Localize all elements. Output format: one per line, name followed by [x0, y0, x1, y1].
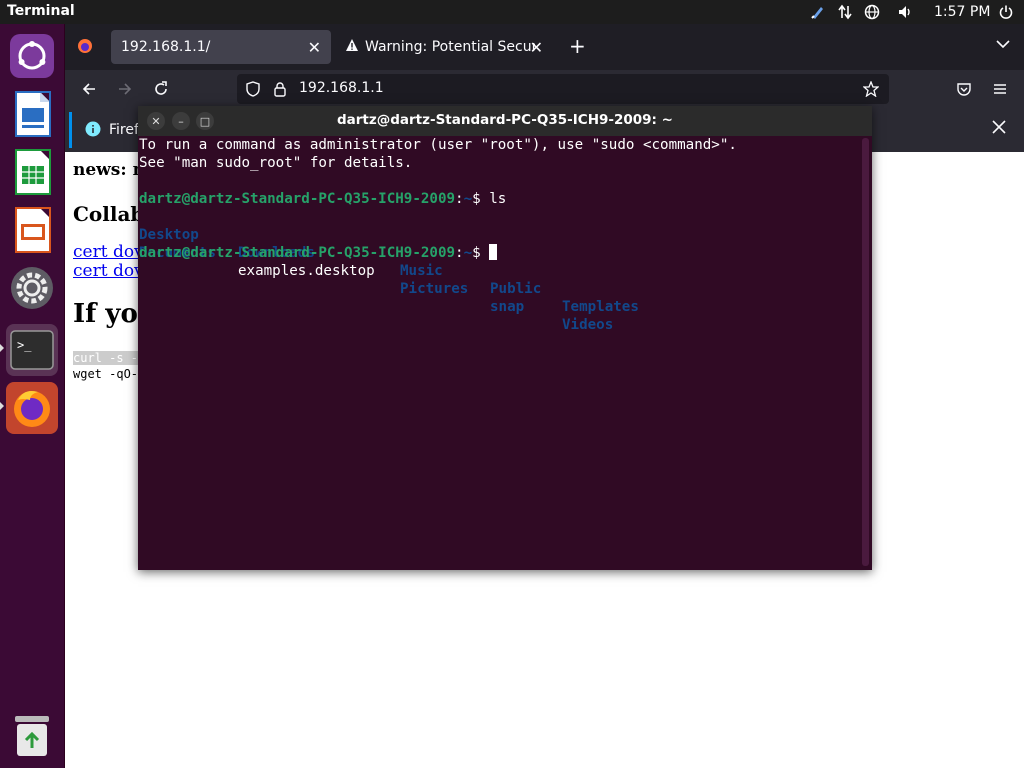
- terminal-window[interactable]: ✕ – □ dartz@dartz-Standard-PC-Q35-ICH9-2…: [138, 106, 872, 570]
- info-icon: [85, 121, 101, 141]
- terminal-titlebar[interactable]: ✕ – □ dartz@dartz-Standard-PC-Q35-ICH9-2…: [138, 106, 872, 136]
- tab-label: 192.168.1.1/: [121, 39, 211, 55]
- list-all-tabs-icon[interactable]: [995, 36, 1011, 56]
- active-app-name[interactable]: Terminal: [7, 3, 75, 19]
- globe-icon[interactable]: [862, 2, 882, 22]
- dock: >_: [0, 24, 64, 768]
- new-tab-button[interactable]: +: [569, 34, 586, 58]
- terminal-scrollbar[interactable]: [862, 138, 869, 566]
- tab-warning[interactable]: Warning: Potential Securi ✕: [337, 30, 551, 64]
- tab-label: Warning: Potential Securi: [365, 39, 535, 55]
- libreoffice-impress-icon[interactable]: [6, 204, 58, 256]
- tab-192-168-1-1[interactable]: 192.168.1.1/ ✕: [111, 30, 331, 64]
- back-icon[interactable]: [76, 76, 102, 102]
- svg-text:>_: >_: [17, 338, 32, 352]
- prompt-symbol: $: [472, 191, 490, 207]
- ls-entry: Music: [400, 263, 443, 279]
- ls-entry: Templates: [562, 299, 639, 315]
- prompt-symbol: $: [472, 245, 490, 261]
- firefox-view-icon[interactable]: [77, 38, 93, 58]
- ls-entry: Public: [490, 281, 542, 297]
- forward-icon[interactable]: [112, 76, 138, 102]
- bookmark-star-icon[interactable]: [862, 80, 880, 101]
- url-bar[interactable]: 192.168.1.1: [237, 74, 889, 104]
- tracking-shield-icon[interactable]: [245, 81, 261, 101]
- trash-icon[interactable]: [6, 710, 58, 762]
- command-text: ls: [489, 191, 507, 207]
- code-line[interactable]: curl -s -: [73, 351, 139, 365]
- firefox-dock-icon[interactable]: [6, 382, 58, 434]
- prompt-path: ~: [463, 245, 473, 261]
- cert-download-link[interactable]: cert dov: [73, 261, 144, 281]
- ls-entry: Pictures: [400, 281, 469, 297]
- url-text[interactable]: 192.168.1.1: [299, 80, 384, 96]
- prompt-path: ~: [463, 191, 473, 207]
- navigation-bar: 192.168.1.1: [65, 70, 1024, 108]
- prompt-colon: :: [455, 245, 464, 261]
- intro-line: See "man sudo_root" for details.: [139, 155, 413, 171]
- warning-icon: [345, 38, 359, 56]
- libreoffice-writer-icon[interactable]: [6, 88, 58, 140]
- libreoffice-calc-icon[interactable]: [6, 146, 58, 198]
- prompt-colon: :: [455, 191, 464, 207]
- intro-line: To run a command as administrator (user …: [139, 137, 737, 153]
- terminal-title: dartz@dartz-Standard-PC-Q35-ICH9-2009: ~: [337, 112, 673, 128]
- notice-text: Firef: [109, 122, 139, 138]
- clock[interactable]: 1:57 PM: [934, 4, 990, 20]
- ls-output-row: Desktop Downloads Music Public Templates: [139, 208, 859, 315]
- ls-entry: snap: [490, 299, 525, 315]
- prompt-line: dartz@dartz-Standard-PC-Q35-ICH9-2009:~$: [139, 244, 498, 262]
- collab-heading: Collab: [73, 202, 145, 226]
- terminal-dock-icon[interactable]: >_: [6, 324, 58, 376]
- lock-icon[interactable]: [273, 81, 287, 101]
- tab-bar: 192.168.1.1/ ✕ Warning: Potential Securi…: [65, 24, 1024, 70]
- ubuntu-software-icon[interactable]: [6, 30, 58, 82]
- close-tab-icon[interactable]: ✕: [530, 38, 543, 57]
- volume-icon[interactable]: [895, 2, 915, 22]
- terminal-cursor: [489, 244, 498, 260]
- close-notice-icon[interactable]: [991, 119, 1007, 139]
- ls-output-row: Documents examples.desktop Pictures snap…: [139, 226, 859, 333]
- firefox-running-indicator: [0, 402, 4, 410]
- cert-download-link[interactable]: cert dov: [73, 242, 144, 262]
- prompt-line: dartz@dartz-Standard-PC-Q35-ICH9-2009:~$…: [139, 190, 506, 208]
- network-transfer-icon[interactable]: [835, 2, 855, 22]
- reload-icon[interactable]: [148, 76, 174, 102]
- top-bar: Terminal 1:57 PM: [0, 0, 1024, 24]
- pocket-icon[interactable]: [951, 76, 977, 102]
- notice-accent: [69, 112, 72, 148]
- close-tab-icon[interactable]: ✕: [308, 38, 321, 57]
- settings-icon[interactable]: [6, 262, 58, 314]
- prompt-user: dartz@dartz-Standard-PC-Q35-ICH9-2009: [139, 245, 456, 261]
- pen-icon[interactable]: [808, 2, 828, 22]
- terminal-running-indicator: [0, 344, 4, 352]
- power-icon[interactable]: [996, 2, 1016, 22]
- ls-entry: examples.desktop: [238, 263, 375, 279]
- code-line[interactable]: wget -qO-: [73, 367, 138, 381]
- prompt-user: dartz@dartz-Standard-PC-Q35-ICH9-2009: [139, 191, 456, 207]
- terminal-output[interactable]: To run a command as administrator (user …: [138, 136, 860, 570]
- menu-icon[interactable]: [987, 76, 1013, 102]
- ls-entry: Videos: [562, 317, 614, 333]
